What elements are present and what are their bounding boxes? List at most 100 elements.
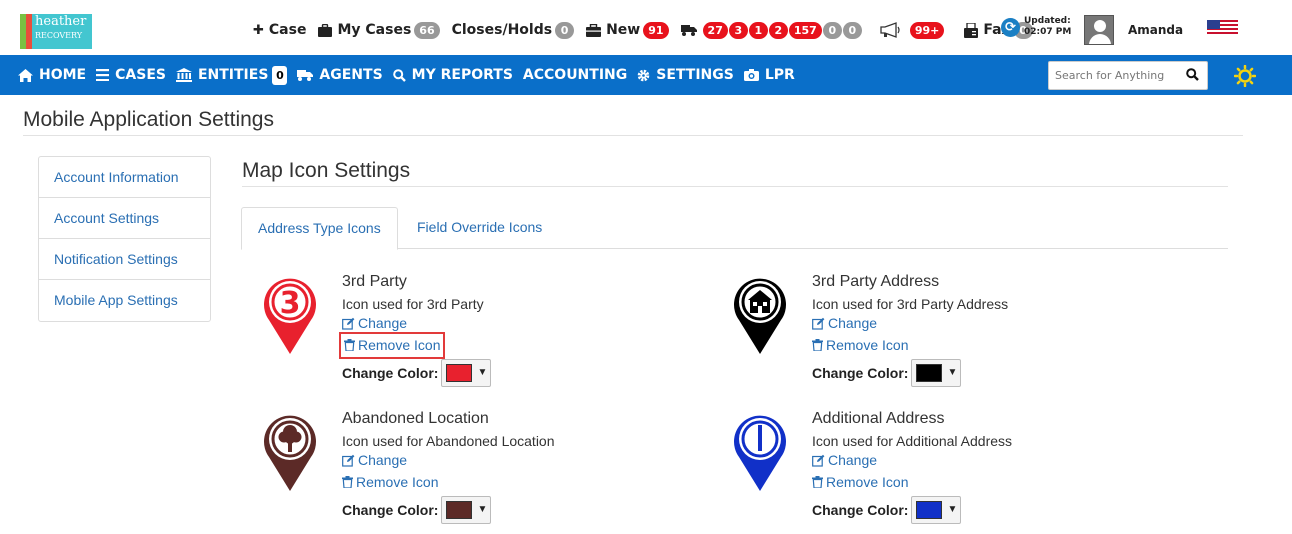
color-picker[interactable]: ▼ bbox=[911, 495, 962, 524]
truck-count-7[interactable]: 0 bbox=[842, 21, 862, 39]
svg-text:3: 3 bbox=[280, 286, 301, 321]
last-updated[interactable]: ⟳ Updated: 02:07 PM bbox=[1001, 16, 1071, 38]
avatar[interactable] bbox=[1084, 15, 1114, 45]
change-color-label: Change Color: bbox=[812, 364, 909, 381]
menu-icon bbox=[96, 69, 110, 81]
icon-name: 3rd Party bbox=[342, 273, 407, 290]
icon-tabs: Address Type Icons Field Override Icons bbox=[241, 207, 1228, 250]
new-case-button[interactable]: ✚ Case bbox=[253, 22, 306, 38]
logo-text: heather bbox=[35, 14, 87, 29]
my-cases-count: 66 bbox=[414, 21, 440, 39]
change-icon-link[interactable]: Change bbox=[342, 450, 407, 470]
truck-count-1[interactable]: 27 bbox=[702, 21, 728, 39]
divider bbox=[242, 186, 1228, 187]
trash-icon bbox=[342, 475, 353, 488]
username[interactable]: Amanda bbox=[1128, 23, 1183, 37]
tab-field-override-icons[interactable]: Field Override Icons bbox=[401, 207, 558, 249]
search-input[interactable] bbox=[1049, 62, 1179, 89]
truck-count-3[interactable]: 1 bbox=[748, 21, 768, 39]
refresh-icon[interactable]: ⟳ bbox=[1001, 17, 1020, 37]
map-pin-3rd-party-address-icon bbox=[734, 278, 786, 354]
new-count: 91 bbox=[643, 21, 669, 39]
settings-sidebar: Account Information Account Settings Not… bbox=[38, 156, 211, 322]
my-cases-button[interactable]: My Cases 66 bbox=[318, 21, 440, 39]
icon-card-3rd-party-address: 3rd Party Address Icon used for 3rd Part… bbox=[731, 272, 1151, 402]
nav-accounting[interactable]: ACCOUNTING bbox=[523, 67, 627, 83]
trash-icon bbox=[344, 338, 355, 351]
icon-card-additional-address: Additional Address Icon used for Additio… bbox=[731, 409, 1151, 534]
logo-subtext: RECOVERY bbox=[35, 31, 83, 40]
top-nav: ✚ Case My Cases 66 Closes/Holds 0 New 91… bbox=[253, 17, 1045, 43]
change-icon-link[interactable]: Change bbox=[342, 313, 407, 333]
announcements-count: 99+ bbox=[909, 21, 945, 39]
nav-my-reports[interactable]: MY REPORTS bbox=[392, 67, 513, 83]
color-swatch bbox=[446, 500, 473, 519]
edit-icon bbox=[812, 454, 825, 467]
caret-down-icon: ▼ bbox=[477, 367, 488, 378]
remove-icon-link[interactable]: Remove Icon bbox=[344, 335, 440, 355]
bank-icon bbox=[175, 68, 192, 82]
map-pin-3rd-party-icon: 3 bbox=[264, 278, 316, 354]
color-swatch bbox=[446, 363, 473, 382]
global-search[interactable] bbox=[1048, 61, 1208, 90]
nav-cases[interactable]: CASES bbox=[96, 67, 166, 83]
closes-holds-count: 0 bbox=[555, 21, 575, 39]
color-picker[interactable]: ▼ bbox=[441, 495, 492, 524]
sidebar-item-notification-settings[interactable]: Notification Settings bbox=[39, 239, 210, 280]
nav-home[interactable]: HOME bbox=[18, 67, 86, 83]
truck-icon bbox=[680, 25, 697, 36]
nav-entities[interactable]: ENTITIES 0 bbox=[175, 65, 288, 85]
edit-icon bbox=[342, 317, 355, 330]
remove-icon-link[interactable]: Remove Icon bbox=[812, 335, 908, 355]
change-icon-link[interactable]: Change bbox=[812, 450, 877, 470]
search-icon[interactable] bbox=[1186, 68, 1199, 81]
updated-label: Updated: bbox=[1024, 16, 1071, 26]
fax-icon bbox=[964, 22, 979, 38]
icon-description: Icon used for 3rd Party bbox=[342, 296, 484, 312]
us-flag-icon[interactable] bbox=[1207, 20, 1238, 36]
nav-agents[interactable]: AGENTS bbox=[297, 67, 383, 83]
entities-count: 0 bbox=[272, 65, 288, 85]
color-swatch bbox=[916, 363, 943, 382]
gear-icon bbox=[637, 69, 650, 81]
megaphone-icon bbox=[880, 22, 900, 38]
edit-icon bbox=[812, 317, 825, 330]
nav-lpr[interactable]: LPR bbox=[743, 67, 795, 83]
sun-icon[interactable] bbox=[1234, 65, 1256, 87]
closes-holds-button[interactable]: Closes/Holds 0 bbox=[452, 21, 575, 39]
color-picker[interactable]: ▼ bbox=[441, 358, 492, 387]
briefcase-icon bbox=[318, 23, 333, 37]
change-color-label: Change Color: bbox=[342, 501, 439, 518]
truck-count-6[interactable]: 0 bbox=[822, 21, 842, 39]
caret-down-icon: ▼ bbox=[947, 367, 958, 378]
sidebar-item-account-settings[interactable]: Account Settings bbox=[39, 198, 210, 239]
caret-down-icon: ▼ bbox=[947, 504, 958, 515]
search-icon bbox=[392, 68, 406, 82]
truck-status-counts[interactable]: 27 3 1 2 157 0 0 bbox=[680, 21, 862, 39]
icon-description: Icon used for Additional Address bbox=[812, 433, 1013, 449]
edit-icon bbox=[342, 454, 355, 467]
new-button[interactable]: New 91 bbox=[586, 21, 669, 39]
change-icon-link[interactable]: Change bbox=[812, 313, 877, 333]
color-picker[interactable]: ▼ bbox=[911, 358, 962, 387]
icon-card-abandoned-location: Abandoned Location Icon used for Abandon… bbox=[261, 409, 681, 534]
logo[interactable]: heather RECOVERY bbox=[20, 14, 92, 49]
nav-settings[interactable]: SETTINGS bbox=[637, 67, 734, 83]
truck-count-4[interactable]: 2 bbox=[768, 21, 788, 39]
truck-icon bbox=[297, 70, 314, 81]
announcements-button[interactable]: 99+ bbox=[880, 21, 945, 39]
divider bbox=[23, 135, 1243, 136]
map-pin-additional-address-icon bbox=[734, 415, 786, 491]
map-pin-abandoned-location-icon bbox=[264, 415, 316, 491]
sidebar-item-account-information[interactable]: Account Information bbox=[39, 157, 210, 198]
updated-time: 02:07 PM bbox=[1024, 27, 1072, 37]
icon-name: Abandoned Location bbox=[342, 410, 489, 427]
plus-icon: ✚ bbox=[253, 22, 264, 38]
truck-count-5[interactable]: 157 bbox=[788, 21, 822, 39]
sidebar-item-mobile-app-settings[interactable]: Mobile App Settings bbox=[39, 280, 210, 321]
remove-icon-link[interactable]: Remove Icon bbox=[812, 472, 908, 492]
remove-icon-link[interactable]: Remove Icon bbox=[342, 472, 438, 492]
tab-address-type-icons[interactable]: Address Type Icons bbox=[241, 207, 398, 250]
trash-icon bbox=[812, 338, 823, 351]
truck-count-2[interactable]: 3 bbox=[728, 21, 748, 39]
